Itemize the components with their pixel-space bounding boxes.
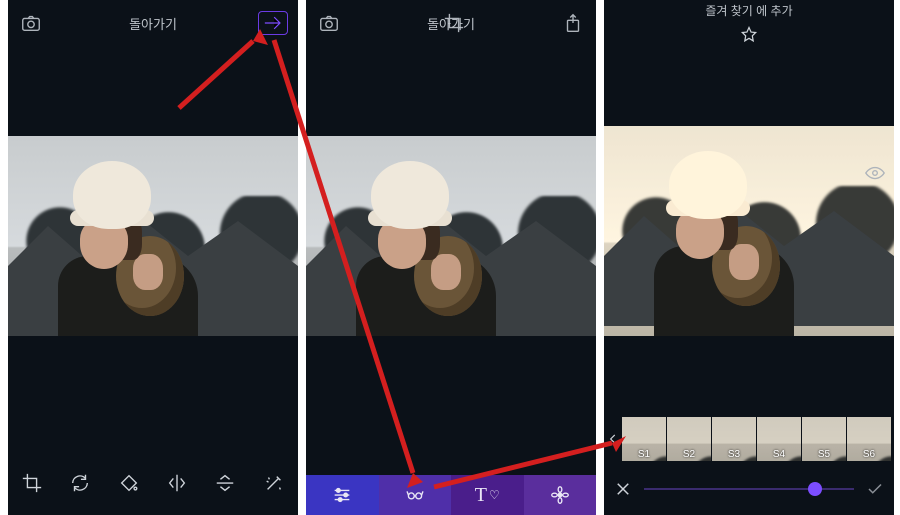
- annotation-arrows: [0, 0, 900, 515]
